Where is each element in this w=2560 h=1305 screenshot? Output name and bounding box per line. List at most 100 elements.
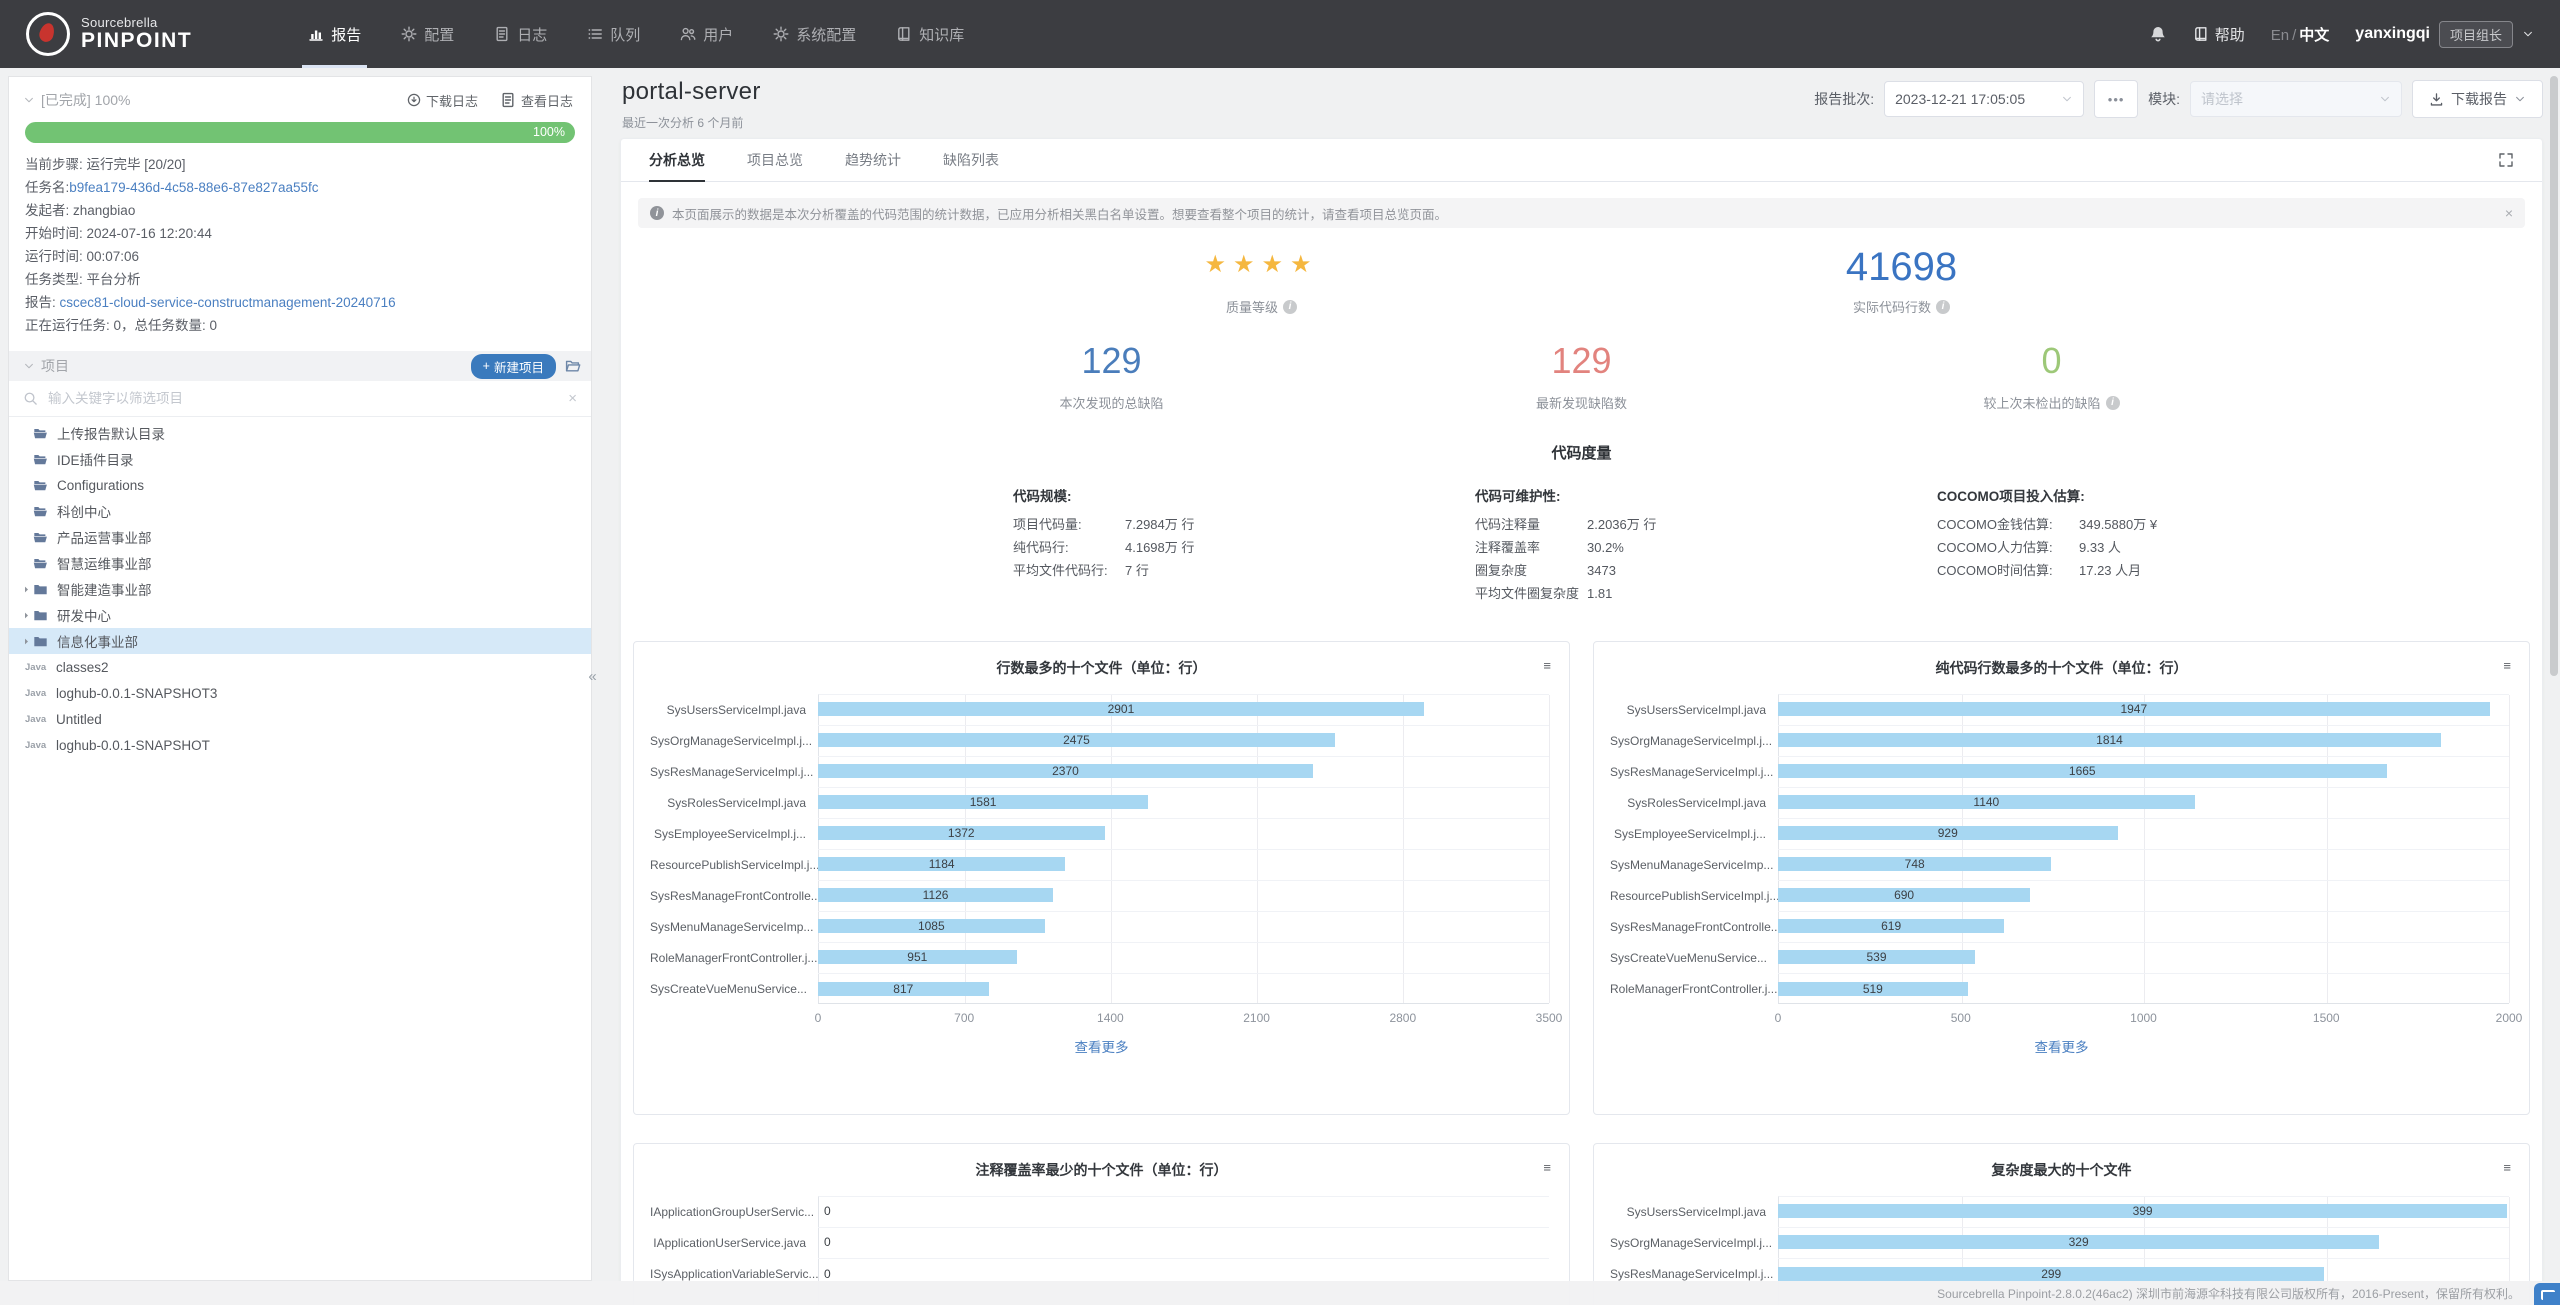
folder-open-icon bbox=[33, 556, 48, 571]
module-label: 模块: bbox=[2148, 89, 2180, 109]
tree-item-label: 智能建造事业部 bbox=[57, 579, 152, 599]
task-info-row: 发起者: zhangbiao bbox=[25, 199, 575, 222]
task-info-row: 当前步骤: 运行完毕 [20/20] bbox=[25, 153, 575, 176]
tree-item-智慧运维事业部[interactable]: 智慧运维事业部 bbox=[9, 550, 591, 576]
page-scrollbar[interactable] bbox=[2550, 76, 2558, 676]
view-more-link[interactable]: 查看更多 bbox=[650, 1036, 1553, 1056]
metric-label: COCOMO金钱估算: bbox=[1937, 513, 2079, 536]
chevron-down-icon[interactable] bbox=[23, 360, 35, 372]
task-info-value[interactable]: b9fea179-436d-4c58-88e6-87e827aa55fc bbox=[69, 180, 318, 195]
tree-item-classes2[interactable]: Javaclasses2 bbox=[9, 654, 591, 680]
nav-item-知识库[interactable]: 知识库 bbox=[876, 0, 984, 68]
tree-item-信息化事业部[interactable]: 信息化事业部 bbox=[9, 628, 591, 654]
tab-分析总览[interactable]: 分析总览 bbox=[649, 139, 705, 181]
chat-widget-button[interactable] bbox=[2534, 1283, 2560, 1305]
download-report-button[interactable]: 下载报告 bbox=[2412, 80, 2543, 118]
nav-item-label: 配置 bbox=[424, 24, 454, 45]
chart-bar-row: SysResManageServiceImpl.j...1665 bbox=[1610, 756, 2513, 787]
tree-item-label: 科创中心 bbox=[57, 501, 111, 521]
tab-趋势统计[interactable]: 趋势统计 bbox=[845, 139, 901, 181]
view-more-link[interactable]: 查看更多 bbox=[1610, 1036, 2513, 1056]
tree-item-上传报告默认目录[interactable]: 上传报告默认目录 bbox=[9, 420, 591, 446]
clear-search-icon[interactable]: × bbox=[568, 390, 577, 407]
tab-缺陷列表[interactable]: 缺陷列表 bbox=[943, 139, 999, 181]
tree-item-label: loghub-0.0.1-SNAPSHOT3 bbox=[56, 686, 217, 701]
tab-bar: 分析总览项目总览趋势统计缺陷列表 bbox=[621, 139, 2542, 182]
last-analysis-subtitle: 最近一次分析 6 个月前 bbox=[622, 114, 743, 131]
chart-bar-row: SysRolesServiceImpl.java1581 bbox=[650, 787, 1553, 818]
task-info-value[interactable]: cscec81-cloud-service-constructmanagemen… bbox=[60, 295, 396, 310]
chart-category-label: SysResManageServiceImpl.j... bbox=[1610, 1267, 1778, 1281]
nav-item-日志[interactable]: 日志 bbox=[474, 0, 567, 68]
notification-bell-icon[interactable] bbox=[2149, 25, 2167, 43]
task-status: [已完成] 100% bbox=[41, 90, 130, 110]
caret-right-icon[interactable] bbox=[19, 636, 33, 647]
user-menu[interactable]: yanxingqi 项目组长 bbox=[2355, 21, 2534, 48]
chart-category-label: SysRolesServiceImpl.java bbox=[1610, 796, 1778, 810]
folder-open-icon bbox=[33, 452, 48, 467]
info-icon[interactable]: i bbox=[1936, 300, 1950, 314]
banner-close-icon[interactable]: × bbox=[2505, 205, 2513, 221]
fullscreen-icon[interactable] bbox=[2498, 152, 2514, 168]
download-log-button[interactable]: 下载日志 bbox=[407, 91, 478, 110]
tree-item-产品运营事业部[interactable]: 产品运营事业部 bbox=[9, 524, 591, 550]
tree-item-IDE插件目录[interactable]: IDE插件目录 bbox=[9, 446, 591, 472]
chart-category-label: ResourcePublishServiceImpl.j... bbox=[650, 858, 818, 872]
tree-item-智能建造事业部[interactable]: 智能建造事业部 bbox=[9, 576, 591, 602]
chart-menu-icon[interactable]: ≡ bbox=[2503, 1160, 2511, 1175]
caret-right-icon[interactable] bbox=[19, 584, 33, 595]
axis-tick-label: 3500 bbox=[1536, 1011, 1563, 1025]
tree-item-Configurations[interactable]: Configurations bbox=[9, 472, 591, 498]
report-batch-select[interactable]: 2023-12-21 17:05:05 bbox=[1884, 81, 2084, 117]
defect-stat: 0较上次未检出的缺陷i bbox=[1817, 342, 2287, 412]
caret-right-icon[interactable] bbox=[19, 610, 33, 621]
nav-item-配置[interactable]: 配置 bbox=[381, 0, 474, 68]
tree-item-研发中心[interactable]: 研发中心 bbox=[9, 602, 591, 628]
tree-item-loghub-0.0.1-SNAPSHOT[interactable]: Javaloghub-0.0.1-SNAPSHOT bbox=[9, 732, 591, 758]
nav-item-报告[interactable]: 报告 bbox=[288, 0, 381, 68]
open-folder-action-icon[interactable] bbox=[565, 358, 581, 374]
nav-item-label: 日志 bbox=[517, 24, 547, 45]
tree-item-Untitled[interactable]: JavaUntitled bbox=[9, 706, 591, 732]
sidebar-collapse-handle[interactable]: « bbox=[584, 656, 601, 696]
chart-bar-area: 2370 bbox=[818, 756, 1549, 788]
task-info-value: 00:07:06 bbox=[87, 249, 140, 264]
nav-item-系统配置[interactable]: 系统配置 bbox=[753, 0, 876, 68]
chart-menu-icon[interactable]: ≡ bbox=[1543, 1160, 1551, 1175]
sidebar: [已完成] 100% 下载日志 查看日志 100% 当前步骤: 运行完毕 [20… bbox=[8, 76, 592, 1281]
task-info-value: 2024-07-16 12:20:44 bbox=[87, 226, 212, 241]
nav-item-用户[interactable]: 用户 bbox=[660, 0, 753, 68]
chart-bar-value: 2370 bbox=[1052, 764, 1079, 778]
metric-row: 代码注释量2.2036万 行 bbox=[1475, 513, 1937, 536]
chart-header: 行数最多的十个文件（单位：行）≡ bbox=[650, 658, 1553, 680]
tree-item-label: loghub-0.0.1-SNAPSHOT bbox=[56, 738, 210, 753]
charts-row-1: 行数最多的十个文件（单位：行）≡SysUsersServiceImpl.java… bbox=[621, 641, 2542, 1115]
axis-tick-label: 1000 bbox=[2130, 1011, 2157, 1025]
more-actions-button[interactable]: ••• bbox=[2094, 80, 2138, 118]
chart-menu-icon[interactable]: ≡ bbox=[1543, 658, 1551, 673]
metrics-column: COCOMO项目投入估算:COCOMO金钱估算:349.5880万 ¥COCOM… bbox=[1937, 485, 2399, 605]
metric-row: 平均文件圈复杂度1.81 bbox=[1475, 582, 1937, 605]
nav-item-队列[interactable]: 队列 bbox=[567, 0, 660, 68]
tree-item-loghub-0.0.1-SNAPSHOT3[interactable]: Javaloghub-0.0.1-SNAPSHOT3 bbox=[9, 680, 591, 706]
tab-项目总览[interactable]: 项目总览 bbox=[747, 139, 803, 181]
chart-menu-icon[interactable]: ≡ bbox=[2503, 658, 2511, 673]
tree-item-科创中心[interactable]: 科创中心 bbox=[9, 498, 591, 524]
module-select[interactable]: 请选择 bbox=[2190, 81, 2402, 117]
defect-stat-label: 最新发现缺陷数 bbox=[1347, 393, 1817, 412]
help-button[interactable]: 帮助 bbox=[2193, 24, 2245, 45]
list-icon bbox=[587, 26, 603, 42]
info-icon[interactable]: i bbox=[1283, 300, 1297, 314]
info-icon[interactable]: i bbox=[2106, 396, 2120, 410]
axis-tick-label: 2000 bbox=[2496, 1011, 2523, 1025]
new-project-button[interactable]: + 新建项目 bbox=[471, 354, 556, 379]
language-toggle[interactable]: En/中文 bbox=[2271, 24, 2330, 45]
view-log-button[interactable]: 查看日志 bbox=[500, 91, 573, 110]
chevron-down-icon[interactable] bbox=[23, 94, 35, 106]
chart-title: 行数最多的十个文件（单位：行） bbox=[650, 658, 1553, 678]
metric-row: 平均文件代码行:7 行 bbox=[1013, 559, 1475, 582]
defect-stat: 129最新发现缺陷数 bbox=[1347, 342, 1817, 412]
project-search-input[interactable] bbox=[46, 390, 560, 407]
task-info-label: 正在运行任务: 0，总任务数量: 0 bbox=[25, 318, 217, 333]
brand-logo[interactable]: Sourcebrella PINPOINT bbox=[0, 12, 192, 56]
